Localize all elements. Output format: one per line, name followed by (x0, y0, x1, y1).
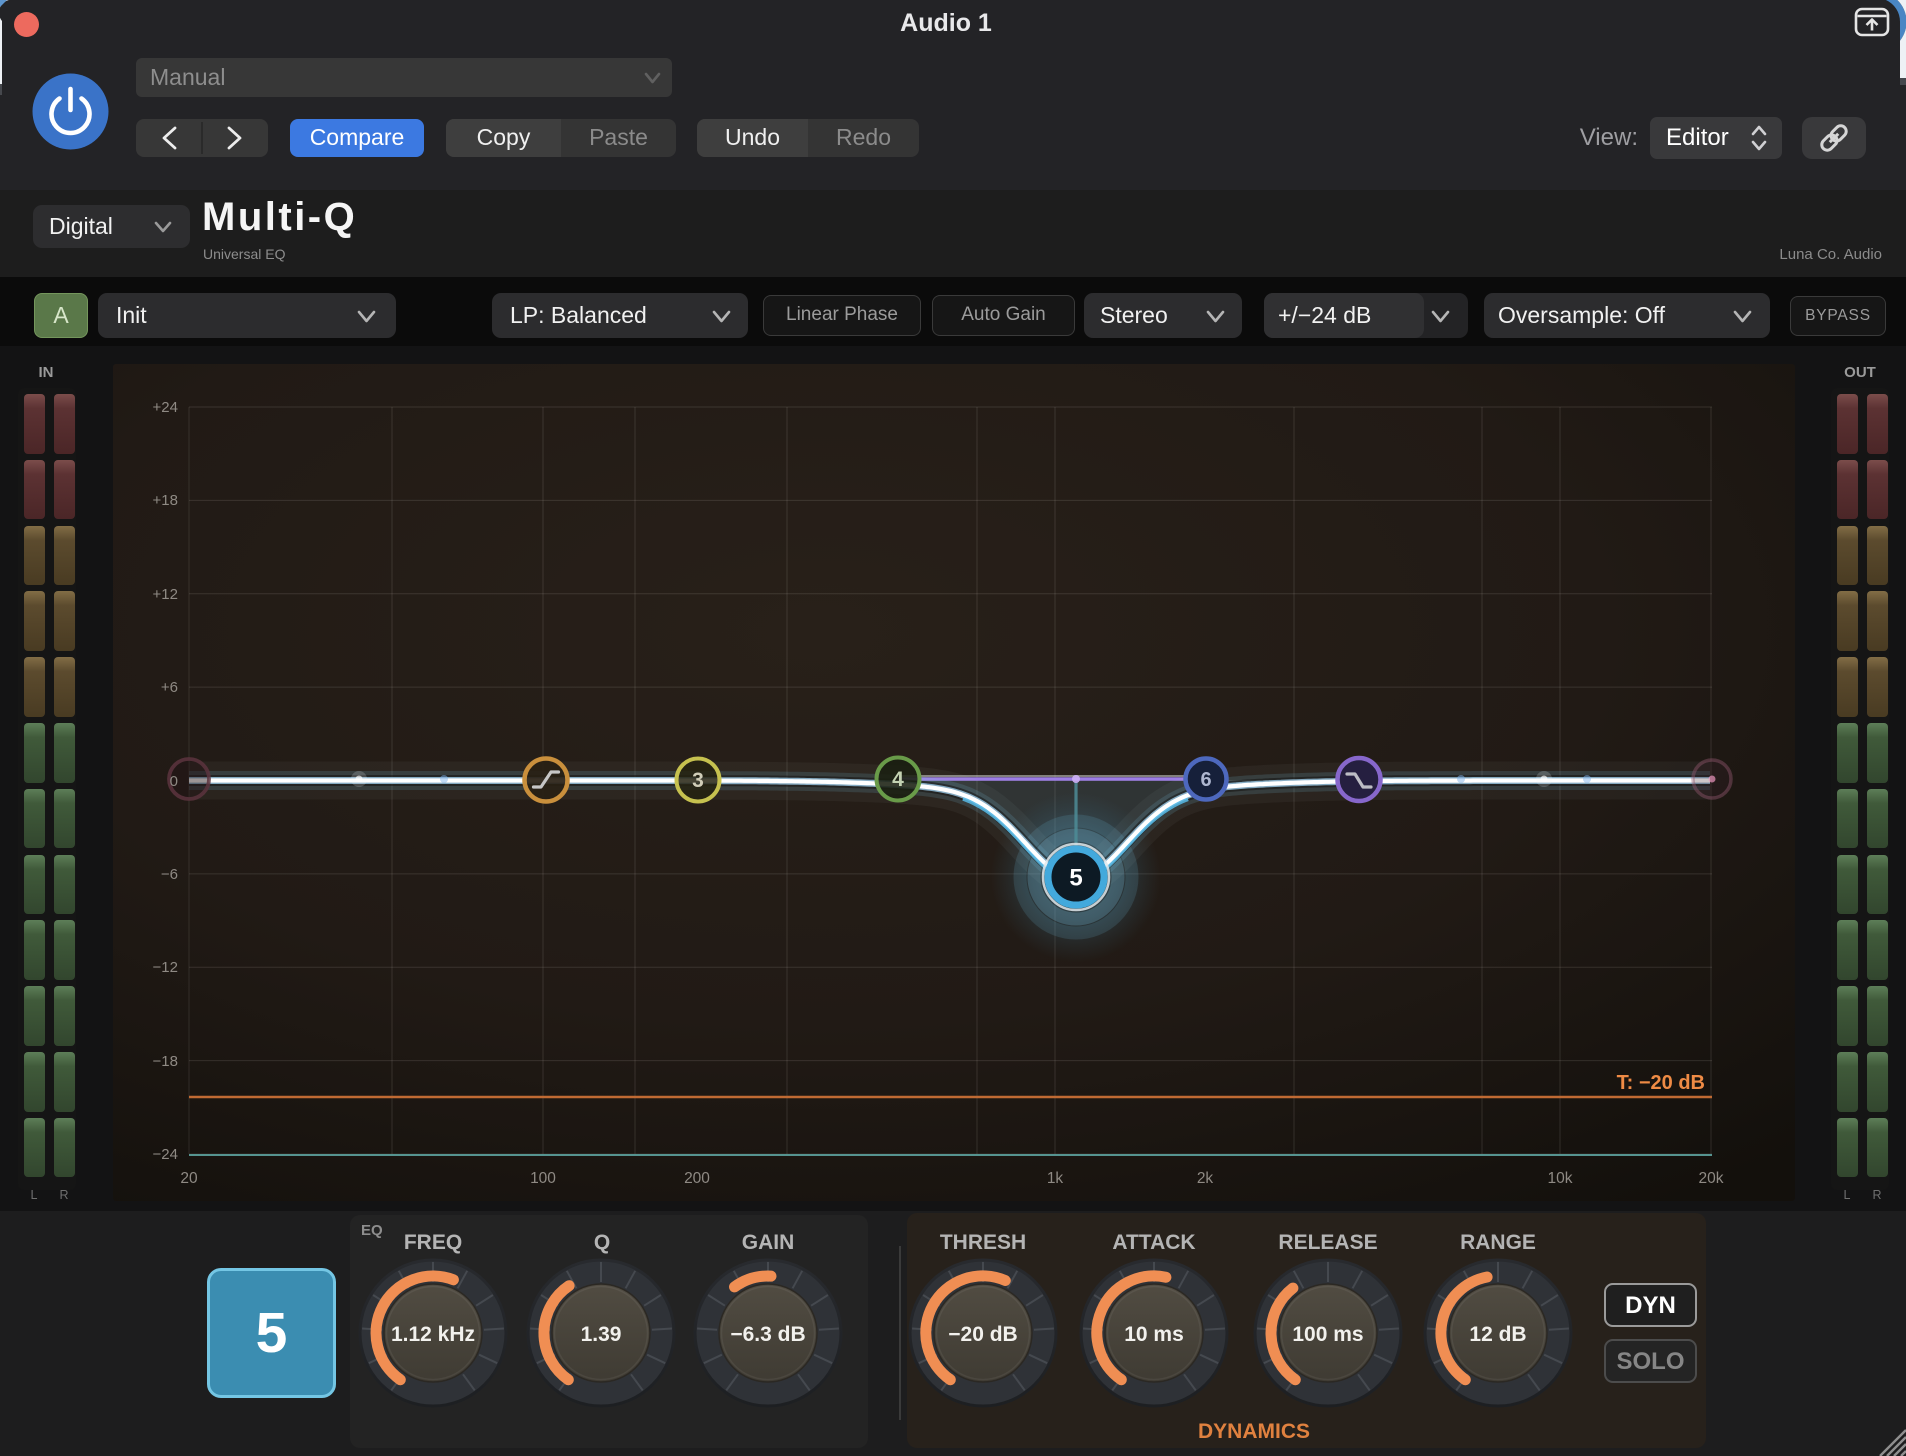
svg-text:−20 dB: −20 dB (948, 1323, 1017, 1346)
svg-text:20: 20 (180, 1170, 198, 1187)
svg-text:−12: −12 (153, 959, 178, 976)
svg-text:+18: +18 (153, 492, 178, 509)
svg-text:12 dB: 12 dB (1469, 1323, 1526, 1346)
svg-text:+12: +12 (153, 586, 178, 603)
svg-text:10 ms: 10 ms (1124, 1323, 1184, 1346)
svg-text:6: 6 (1200, 769, 1211, 791)
svg-text:1k: 1k (1047, 1170, 1064, 1187)
svg-text:T: −20 dB: T: −20 dB (1617, 1072, 1705, 1094)
svg-text:5: 5 (1069, 865, 1082, 892)
svg-text:2k: 2k (1197, 1170, 1214, 1187)
svg-text:+6: +6 (161, 679, 178, 696)
svg-text:10k: 10k (1548, 1170, 1573, 1187)
svg-text:+24: +24 (153, 399, 178, 416)
svg-text:−6: −6 (161, 866, 178, 883)
svg-text:−6.3 dB: −6.3 dB (730, 1323, 805, 1346)
svg-text:3: 3 (692, 769, 704, 792)
svg-text:0: 0 (170, 773, 178, 790)
svg-text:20k: 20k (1699, 1170, 1724, 1187)
svg-text:4: 4 (892, 768, 904, 791)
svg-text:−24: −24 (153, 1146, 178, 1163)
svg-text:100: 100 (530, 1170, 556, 1187)
svg-text:−18: −18 (153, 1053, 178, 1070)
svg-text:200: 200 (684, 1170, 710, 1187)
svg-text:1.39: 1.39 (581, 1323, 622, 1346)
svg-text:100 ms: 100 ms (1292, 1323, 1363, 1346)
svg-text:1.12 kHz: 1.12 kHz (391, 1323, 475, 1346)
